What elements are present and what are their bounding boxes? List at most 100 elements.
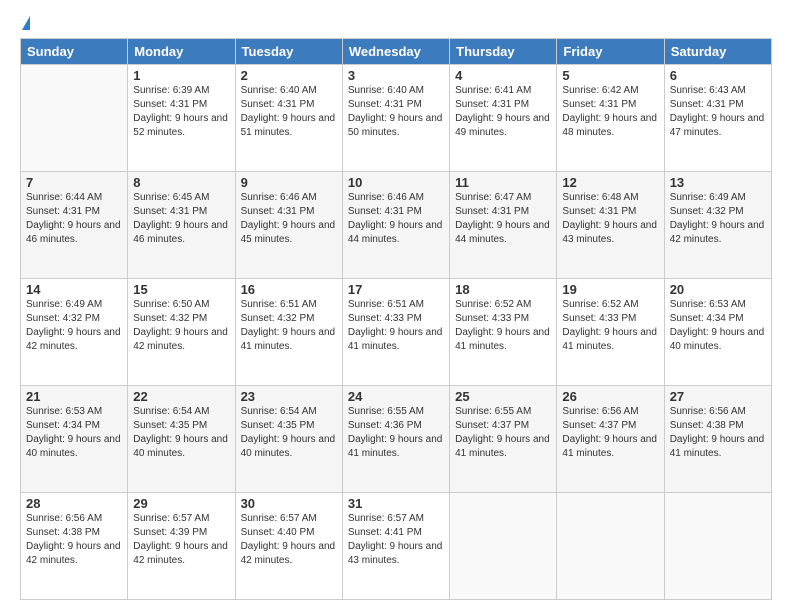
day-number: 12 [562, 175, 658, 190]
day-number: 26 [562, 389, 658, 404]
cell-info: Sunrise: 6:45 AMSunset: 4:31 PMDaylight:… [133, 191, 229, 247]
cell-info: Sunrise: 6:40 AMSunset: 4:31 PMDaylight:… [348, 84, 444, 140]
calendar-header-row: SundayMondayTuesdayWednesdayThursdayFrid… [21, 39, 772, 65]
cell-info: Sunrise: 6:43 AMSunset: 4:31 PMDaylight:… [670, 84, 766, 140]
cell-info: Sunrise: 6:39 AMSunset: 4:31 PMDaylight:… [133, 84, 229, 140]
cell-info: Sunrise: 6:54 AMSunset: 4:35 PMDaylight:… [241, 405, 337, 461]
day-number: 13 [670, 175, 766, 190]
weekday-header: Monday [128, 39, 235, 65]
calendar-cell: 19 Sunrise: 6:52 AMSunset: 4:33 PMDaylig… [557, 279, 664, 386]
day-number: 27 [670, 389, 766, 404]
cell-info: Sunrise: 6:41 AMSunset: 4:31 PMDaylight:… [455, 84, 551, 140]
cell-info: Sunrise: 6:46 AMSunset: 4:31 PMDaylight:… [348, 191, 444, 247]
calendar-cell: 13 Sunrise: 6:49 AMSunset: 4:32 PMDaylig… [664, 172, 771, 279]
calendar-cell: 1 Sunrise: 6:39 AMSunset: 4:31 PMDayligh… [128, 65, 235, 172]
day-number: 21 [26, 389, 122, 404]
cell-info: Sunrise: 6:40 AMSunset: 4:31 PMDaylight:… [241, 84, 337, 140]
calendar-week-row: 28 Sunrise: 6:56 AMSunset: 4:38 PMDaylig… [21, 493, 772, 600]
page: SundayMondayTuesdayWednesdayThursdayFrid… [0, 0, 792, 612]
cell-info: Sunrise: 6:57 AMSunset: 4:40 PMDaylight:… [241, 512, 337, 568]
calendar-cell: 18 Sunrise: 6:52 AMSunset: 4:33 PMDaylig… [450, 279, 557, 386]
calendar-cell: 10 Sunrise: 6:46 AMSunset: 4:31 PMDaylig… [342, 172, 449, 279]
day-number: 9 [241, 175, 337, 190]
calendar-cell: 6 Sunrise: 6:43 AMSunset: 4:31 PMDayligh… [664, 65, 771, 172]
cell-info: Sunrise: 6:55 AMSunset: 4:36 PMDaylight:… [348, 405, 444, 461]
cell-info: Sunrise: 6:57 AMSunset: 4:39 PMDaylight:… [133, 512, 229, 568]
cell-info: Sunrise: 6:52 AMSunset: 4:33 PMDaylight:… [562, 298, 658, 354]
cell-info: Sunrise: 6:56 AMSunset: 4:37 PMDaylight:… [562, 405, 658, 461]
calendar-cell: 20 Sunrise: 6:53 AMSunset: 4:34 PMDaylig… [664, 279, 771, 386]
calendar-cell: 29 Sunrise: 6:57 AMSunset: 4:39 PMDaylig… [128, 493, 235, 600]
calendar-cell: 25 Sunrise: 6:55 AMSunset: 4:37 PMDaylig… [450, 386, 557, 493]
calendar-cell [450, 493, 557, 600]
day-number: 11 [455, 175, 551, 190]
day-number: 23 [241, 389, 337, 404]
calendar-cell: 11 Sunrise: 6:47 AMSunset: 4:31 PMDaylig… [450, 172, 557, 279]
calendar-cell: 26 Sunrise: 6:56 AMSunset: 4:37 PMDaylig… [557, 386, 664, 493]
day-number: 28 [26, 496, 122, 511]
day-number: 4 [455, 68, 551, 83]
calendar-cell: 28 Sunrise: 6:56 AMSunset: 4:38 PMDaylig… [21, 493, 128, 600]
day-number: 20 [670, 282, 766, 297]
day-number: 16 [241, 282, 337, 297]
calendar-cell: 27 Sunrise: 6:56 AMSunset: 4:38 PMDaylig… [664, 386, 771, 493]
cell-info: Sunrise: 6:49 AMSunset: 4:32 PMDaylight:… [26, 298, 122, 354]
cell-info: Sunrise: 6:49 AMSunset: 4:32 PMDaylight:… [670, 191, 766, 247]
calendar-week-row: 7 Sunrise: 6:44 AMSunset: 4:31 PMDayligh… [21, 172, 772, 279]
calendar-cell: 9 Sunrise: 6:46 AMSunset: 4:31 PMDayligh… [235, 172, 342, 279]
calendar-week-row: 21 Sunrise: 6:53 AMSunset: 4:34 PMDaylig… [21, 386, 772, 493]
day-number: 24 [348, 389, 444, 404]
cell-info: Sunrise: 6:55 AMSunset: 4:37 PMDaylight:… [455, 405, 551, 461]
calendar-cell [21, 65, 128, 172]
cell-info: Sunrise: 6:47 AMSunset: 4:31 PMDaylight:… [455, 191, 551, 247]
day-number: 22 [133, 389, 229, 404]
day-number: 10 [348, 175, 444, 190]
weekday-header: Tuesday [235, 39, 342, 65]
calendar-cell: 4 Sunrise: 6:41 AMSunset: 4:31 PMDayligh… [450, 65, 557, 172]
day-number: 14 [26, 282, 122, 297]
cell-info: Sunrise: 6:53 AMSunset: 4:34 PMDaylight:… [26, 405, 122, 461]
cell-info: Sunrise: 6:48 AMSunset: 4:31 PMDaylight:… [562, 191, 658, 247]
logo [20, 16, 30, 30]
calendar-cell: 16 Sunrise: 6:51 AMSunset: 4:32 PMDaylig… [235, 279, 342, 386]
day-number: 3 [348, 68, 444, 83]
weekday-header: Friday [557, 39, 664, 65]
weekday-header: Thursday [450, 39, 557, 65]
cell-info: Sunrise: 6:51 AMSunset: 4:32 PMDaylight:… [241, 298, 337, 354]
day-number: 19 [562, 282, 658, 297]
calendar-cell: 14 Sunrise: 6:49 AMSunset: 4:32 PMDaylig… [21, 279, 128, 386]
cell-info: Sunrise: 6:53 AMSunset: 4:34 PMDaylight:… [670, 298, 766, 354]
calendar-cell: 23 Sunrise: 6:54 AMSunset: 4:35 PMDaylig… [235, 386, 342, 493]
cell-info: Sunrise: 6:56 AMSunset: 4:38 PMDaylight:… [670, 405, 766, 461]
calendar-week-row: 14 Sunrise: 6:49 AMSunset: 4:32 PMDaylig… [21, 279, 772, 386]
day-number: 2 [241, 68, 337, 83]
calendar-cell: 2 Sunrise: 6:40 AMSunset: 4:31 PMDayligh… [235, 65, 342, 172]
calendar-cell: 12 Sunrise: 6:48 AMSunset: 4:31 PMDaylig… [557, 172, 664, 279]
calendar-cell: 24 Sunrise: 6:55 AMSunset: 4:36 PMDaylig… [342, 386, 449, 493]
calendar-cell: 17 Sunrise: 6:51 AMSunset: 4:33 PMDaylig… [342, 279, 449, 386]
cell-info: Sunrise: 6:50 AMSunset: 4:32 PMDaylight:… [133, 298, 229, 354]
cell-info: Sunrise: 6:52 AMSunset: 4:33 PMDaylight:… [455, 298, 551, 354]
day-number: 25 [455, 389, 551, 404]
cell-info: Sunrise: 6:46 AMSunset: 4:31 PMDaylight:… [241, 191, 337, 247]
logo-triangle-icon [22, 16, 30, 30]
cell-info: Sunrise: 6:42 AMSunset: 4:31 PMDaylight:… [562, 84, 658, 140]
calendar-cell: 7 Sunrise: 6:44 AMSunset: 4:31 PMDayligh… [21, 172, 128, 279]
day-number: 5 [562, 68, 658, 83]
day-number: 18 [455, 282, 551, 297]
weekday-header: Sunday [21, 39, 128, 65]
calendar-body: 1 Sunrise: 6:39 AMSunset: 4:31 PMDayligh… [21, 65, 772, 600]
calendar-cell: 30 Sunrise: 6:57 AMSunset: 4:40 PMDaylig… [235, 493, 342, 600]
day-number: 30 [241, 496, 337, 511]
calendar-week-row: 1 Sunrise: 6:39 AMSunset: 4:31 PMDayligh… [21, 65, 772, 172]
day-number: 1 [133, 68, 229, 83]
day-number: 6 [670, 68, 766, 83]
calendar-cell: 15 Sunrise: 6:50 AMSunset: 4:32 PMDaylig… [128, 279, 235, 386]
cell-info: Sunrise: 6:44 AMSunset: 4:31 PMDaylight:… [26, 191, 122, 247]
day-number: 7 [26, 175, 122, 190]
header [20, 16, 772, 30]
cell-info: Sunrise: 6:56 AMSunset: 4:38 PMDaylight:… [26, 512, 122, 568]
calendar-cell: 22 Sunrise: 6:54 AMSunset: 4:35 PMDaylig… [128, 386, 235, 493]
cell-info: Sunrise: 6:51 AMSunset: 4:33 PMDaylight:… [348, 298, 444, 354]
day-number: 17 [348, 282, 444, 297]
